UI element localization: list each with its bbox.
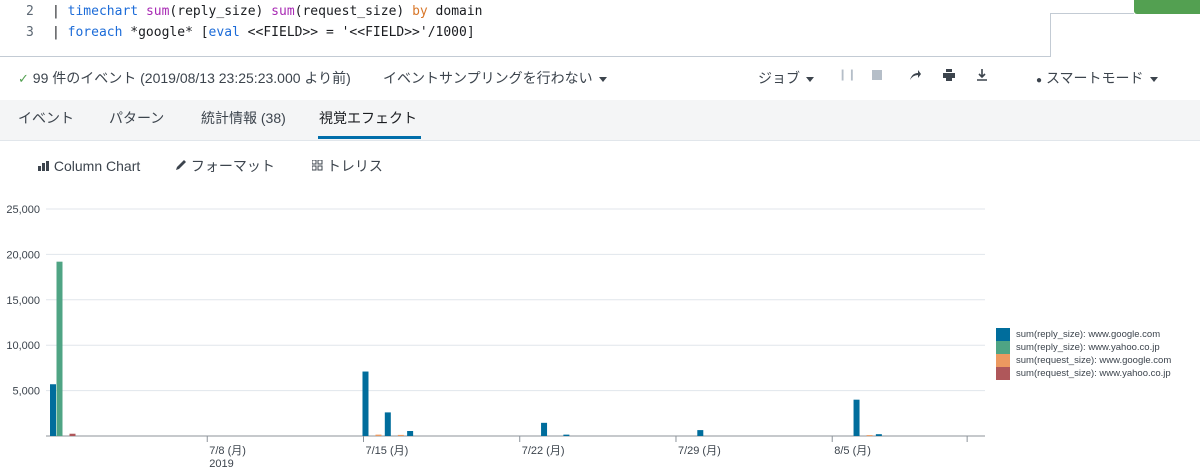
y-tick-label: 20,000 — [6, 249, 40, 261]
y-tick-label: 10,000 — [6, 340, 40, 352]
code-token: eval — [208, 25, 240, 40]
bar — [56, 261, 63, 436]
legend-item[interactable]: sum(request_size): www.google.com — [996, 354, 1171, 367]
legend-swatch — [996, 328, 1010, 341]
legend-item[interactable]: sum(request_size): www.yahoo.co.jp — [996, 367, 1171, 380]
search-button[interactable] — [1134, 0, 1200, 14]
search-mode-label: スマートモード — [1045, 70, 1144, 86]
code-line[interactable]: | timechart sum(reply_size) sum(request_… — [52, 2, 483, 22]
line-number: 2 — [26, 4, 34, 19]
trellis-button[interactable]: トレリス — [311, 157, 383, 175]
code-token: *google* [ — [122, 25, 209, 40]
x-tick-sublabel: 2019 — [209, 458, 233, 469]
bar — [69, 433, 76, 436]
event-count-status: ✓ 99 件のイベント (2019/08/13 23:25:23.000 より前… — [18, 68, 351, 88]
chevron-down-icon — [598, 76, 607, 82]
y-tick-label: 5,000 — [12, 386, 40, 398]
chevron-down-icon — [806, 76, 814, 82]
chart-type-label: Column Chart — [53, 158, 141, 174]
lightbulb-icon: ● — [1036, 75, 1043, 86]
code-token: by — [412, 4, 428, 19]
chevron-down-icon — [1149, 76, 1158, 82]
x-tick-label: 7/29 (月) — [678, 445, 721, 457]
y-tick-label: 15,000 — [6, 295, 40, 307]
trellis-label: トレリス — [326, 158, 383, 174]
sampling-label: イベントサンプリングを行わない — [383, 70, 593, 86]
code-token: (request_size) — [294, 4, 413, 19]
export-icon[interactable] — [975, 68, 989, 82]
check-icon: ✓ — [18, 71, 29, 86]
code-token: sum — [145, 4, 170, 19]
tab-statistics[interactable]: 統計情報 (38) — [201, 100, 286, 140]
chart-type-button[interactable]: Column Chart — [38, 157, 140, 175]
bar — [866, 435, 873, 437]
search-editor[interactable]: 2 3 | timechart sum(reply_size) sum(requ… — [0, 0, 1051, 57]
pencil-icon — [175, 158, 191, 174]
legend-item[interactable]: sum(reply_size): www.yahoo.co.jp — [996, 341, 1160, 354]
bar — [362, 371, 369, 436]
share-icon[interactable] — [908, 68, 922, 82]
code-token: foreach — [67, 25, 123, 40]
grid-icon — [311, 158, 327, 174]
legend-label: sum(reply_size): www.yahoo.co.jp — [1016, 342, 1160, 353]
x-tick-label: 7/22 (月) — [522, 445, 565, 457]
bar — [563, 434, 570, 436]
active-tab-indicator — [318, 136, 421, 139]
y-tick-label: 25,000 — [6, 204, 40, 216]
bar — [407, 431, 414, 436]
sampling-dropdown[interactable]: イベントサンプリングを行わない — [383, 68, 607, 88]
x-tick-label: 8/5 (月) — [834, 445, 871, 457]
bar — [397, 434, 404, 436]
legend-swatch — [996, 341, 1010, 354]
bar — [697, 430, 704, 436]
job-menu-label: ジョブ — [758, 70, 800, 86]
legend-swatch — [996, 367, 1010, 380]
bar — [875, 434, 882, 436]
pause-icon[interactable]: ❙❙ — [838, 68, 856, 82]
line-number-gutter: 2 3 — [0, 0, 46, 56]
stop-icon[interactable] — [870, 68, 884, 82]
search-code[interactable]: | timechart sum(reply_size) sum(request_… — [52, 0, 483, 60]
line-number: 3 — [26, 25, 34, 40]
code-token: | — [52, 25, 68, 40]
event-count-text: 99 件のイベント (2019/08/13 23:25:23.000 より前) — [32, 70, 351, 86]
format-button[interactable]: フォーマット — [175, 157, 275, 175]
x-tick-label: 7/8 (月) — [209, 445, 246, 457]
legend-label: sum(request_size): www.yahoo.co.jp — [1016, 368, 1171, 379]
bar — [375, 434, 382, 436]
bar-chart-icon — [38, 158, 54, 174]
tab-events[interactable]: イベント — [18, 100, 74, 140]
code-line[interactable]: | foreach *google* [eval <<FIELD>> = '<<… — [52, 23, 475, 43]
x-tick-label: 7/15 (月) — [365, 445, 408, 457]
bar — [384, 412, 391, 436]
code-token: domain — [427, 4, 483, 19]
bar — [50, 384, 56, 436]
code-token: timechart — [67, 4, 139, 19]
legend-label: sum(reply_size): www.google.com — [1016, 329, 1161, 340]
bar — [853, 399, 860, 436]
results-tabs: イベント パターン 統計情報 (38) 視覚エフェクト — [0, 100, 1200, 141]
code-token: sum — [271, 4, 295, 19]
search-mode-dropdown[interactable]: ● スマートモード — [1036, 68, 1158, 88]
job-status-bar: ✓ 99 件のイベント (2019/08/13 23:25:23.000 より前… — [0, 60, 1200, 96]
bar — [541, 422, 548, 436]
time-range-picker[interactable] — [1050, 0, 1134, 14]
code-token: <<FIELD>> = '<<FIELD>>'/1000] — [239, 25, 475, 40]
legend-swatch — [996, 354, 1010, 367]
tab-visualization[interactable]: 視覚エフェクト — [319, 100, 417, 140]
code-token: (reply_size) — [169, 4, 272, 19]
tab-patterns[interactable]: パターン — [109, 100, 164, 140]
print-icon[interactable] — [942, 68, 956, 82]
legend-item[interactable]: sum(reply_size): www.google.com — [996, 328, 1160, 341]
legend-label: sum(request_size): www.google.com — [1016, 355, 1172, 366]
code-token: | — [52, 4, 68, 19]
format-label: フォーマット — [190, 158, 275, 174]
job-menu[interactable]: ジョブ — [758, 68, 814, 88]
